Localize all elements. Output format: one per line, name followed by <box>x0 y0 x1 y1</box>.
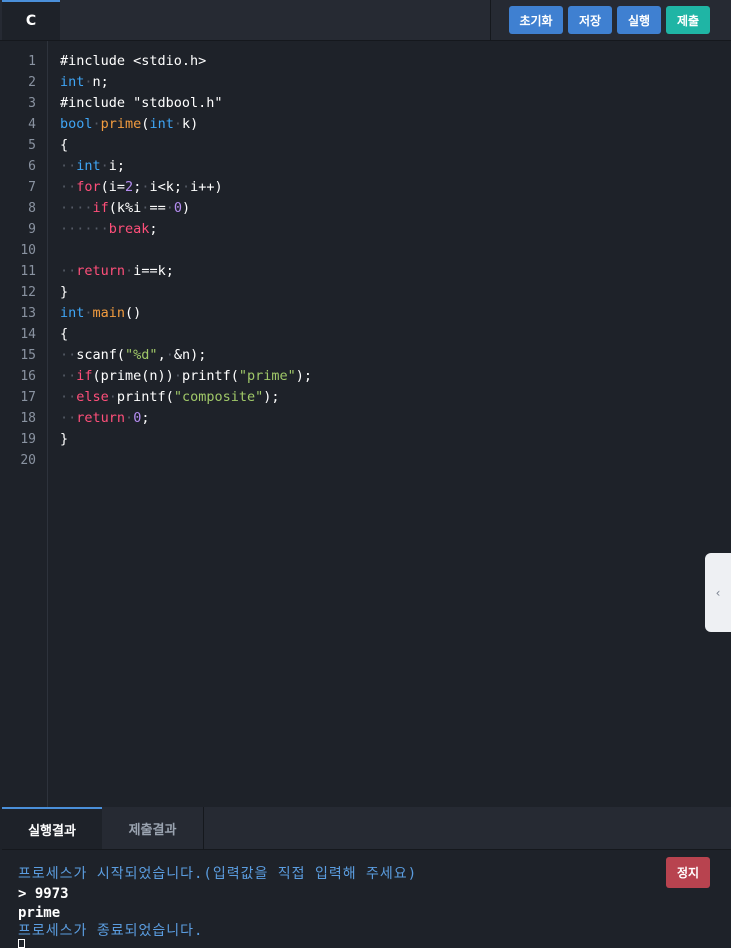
code-line[interactable]: ····if(k%i·==·0) <box>60 198 190 219</box>
line-number: 7 <box>28 180 36 195</box>
code-line[interactable]: ··return·i==k; <box>60 261 174 282</box>
reset-button[interactable]: 초기화 <box>509 6 563 34</box>
side-panel-toggle[interactable]: ‹ <box>705 553 731 632</box>
toolbar: C 초기화 저장 실행 제출 <box>0 0 731 41</box>
tab-run-result[interactable]: 실행결과 <box>2 807 102 849</box>
line-number: 19 <box>20 432 36 447</box>
line-number: 10 <box>20 243 36 258</box>
code-line[interactable]: ··else·printf("composite"); <box>60 387 280 408</box>
line-number: 15 <box>20 348 36 363</box>
code-line[interactable]: ··return·0; <box>60 408 149 429</box>
run-button[interactable]: 실행 <box>617 6 661 34</box>
line-number: 18 <box>20 411 36 426</box>
line-number: 12 <box>20 285 36 300</box>
tab-language-c[interactable]: C <box>2 0 60 40</box>
save-button[interactable]: 저장 <box>568 6 612 34</box>
line-number: 14 <box>20 327 36 342</box>
code-line[interactable]: } <box>60 282 68 303</box>
line-number: 6 <box>28 159 36 174</box>
line-number: 8 <box>28 201 36 216</box>
console-start-message: 프로세스가 시작되었습니다.(입력값을 직접 입력해 주세요) <box>18 866 418 882</box>
code-line[interactable]: #include "stdbool.h" <box>60 93 223 114</box>
console-output-line: prime <box>18 905 61 921</box>
ide-window: C 초기화 저장 실행 제출 1 2 3 4 5 6 7 8 9 10 11 1… <box>0 0 731 948</box>
line-number: 16 <box>20 369 36 384</box>
line-number: 2 <box>28 75 36 90</box>
line-number-gutter: 1 2 3 4 5 6 7 8 9 10 11 12 13 14 15 16 1… <box>2 41 48 807</box>
line-number: 17 <box>20 390 36 405</box>
stop-button[interactable]: 정지 <box>666 857 710 888</box>
code-line[interactable]: int·n; <box>60 72 109 93</box>
console-end-message: 프로세스가 종료되었습니다. <box>18 923 204 939</box>
toolbar-divider <box>490 0 491 40</box>
code-line[interactable]: ······break; <box>60 219 158 240</box>
line-number: 9 <box>28 222 36 237</box>
code-line[interactable]: ··int·i; <box>60 156 125 177</box>
code-line[interactable]: } <box>60 429 68 450</box>
code-line[interactable]: ··for(i=2;·i<k;·i++) <box>60 177 223 198</box>
chevron-left-icon: ‹ <box>715 585 721 600</box>
code-line[interactable]: bool·prime(int·k) <box>60 114 198 135</box>
line-number: 1 <box>28 54 36 69</box>
console-input-line: > 9973 <box>18 886 69 902</box>
code-line[interactable]: { <box>60 135 68 156</box>
line-number: 13 <box>20 306 36 321</box>
output-panel: 실행결과 제출결과 정지 프로세스가 시작되었습니다.(입력값을 직접 입력해 … <box>2 807 731 948</box>
line-number: 11 <box>20 264 36 279</box>
code-editor[interactable]: 1 2 3 4 5 6 7 8 9 10 11 12 13 14 15 16 1… <box>2 41 731 807</box>
code-line[interactable]: ··if(prime(n))·printf("prime"); <box>60 366 312 387</box>
code-line[interactable]: { <box>60 324 68 345</box>
output-tabbar: 실행결과 제출결과 <box>2 807 731 850</box>
code-line[interactable]: ··scanf("%d",·&n); <box>60 345 206 366</box>
code-line[interactable]: int·main() <box>60 303 141 324</box>
line-number: 4 <box>28 117 36 132</box>
tab-submit-result[interactable]: 제출결과 <box>102 807 204 849</box>
submit-button[interactable]: 제출 <box>666 6 710 34</box>
line-number: 5 <box>28 138 36 153</box>
code-line[interactable]: #include <stdio.h> <box>60 51 206 72</box>
line-number: 20 <box>20 453 36 468</box>
line-number: 3 <box>28 96 36 111</box>
